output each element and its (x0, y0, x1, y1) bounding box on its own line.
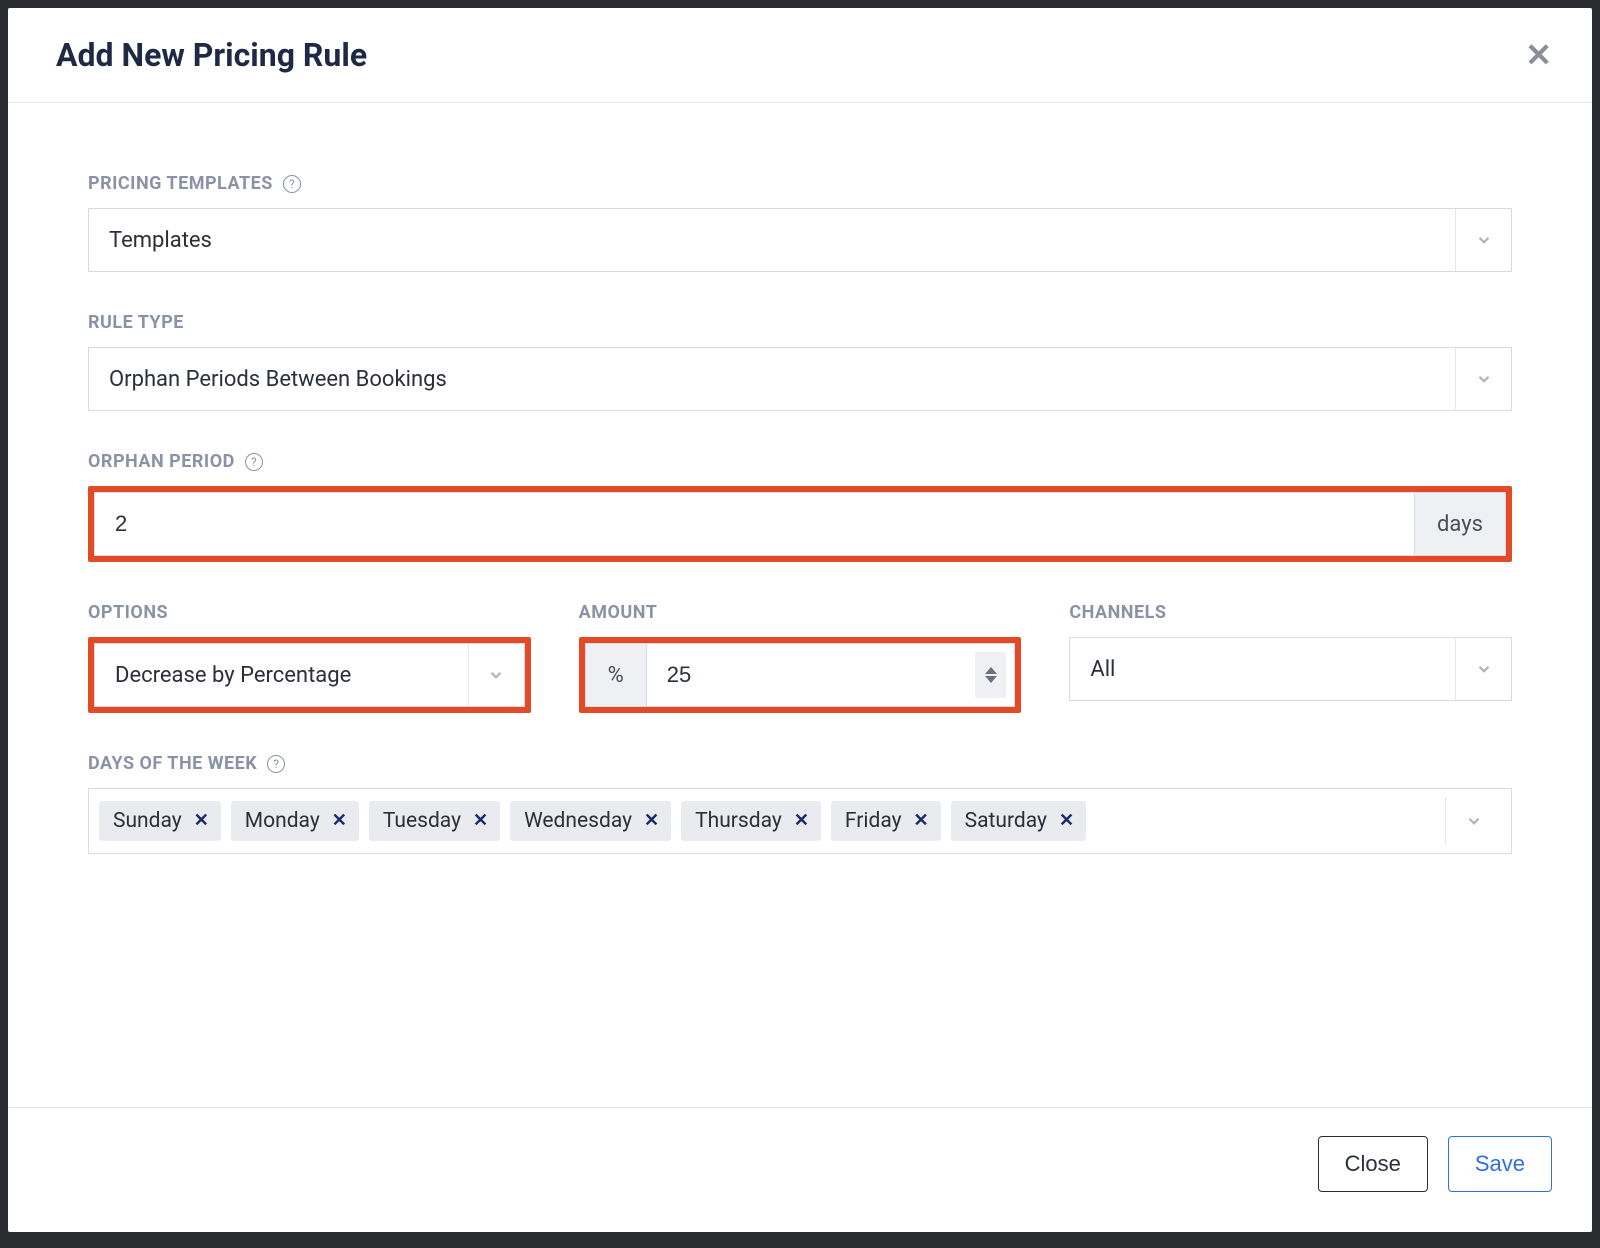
rule-type-select[interactable]: Orphan Periods Between Bookings (88, 347, 1512, 411)
day-chip-label: Wednesday (524, 809, 632, 833)
chevron-down-icon (1455, 638, 1511, 700)
help-icon[interactable]: ? (245, 453, 263, 471)
amount-highlight: % (579, 637, 1022, 713)
field-days-of-week: DAYS OF THE WEEK ? Sunday✕Monday✕Tuesday… (88, 753, 1512, 854)
day-chip[interactable]: Tuesday ✕ (369, 801, 500, 841)
help-icon[interactable]: ? (267, 755, 285, 773)
days-select[interactable]: Sunday✕Monday✕Tuesday✕Wednesday✕Thursday… (88, 788, 1512, 854)
field-channels: CHANNELS All (1069, 602, 1512, 713)
day-chip[interactable]: Monday ✕ (231, 801, 359, 841)
day-chip-label: Friday (845, 809, 902, 833)
amount-input[interactable] (647, 644, 975, 706)
chevron-down-icon (468, 644, 524, 706)
day-chip-label: Tuesday (383, 809, 461, 833)
day-chip[interactable]: Friday ✕ (831, 801, 941, 841)
amount-input-group: % (585, 643, 1016, 707)
options-label: OPTIONS (88, 602, 168, 623)
stepper-up-icon[interactable] (985, 667, 997, 674)
modal-title: Add New Pricing Rule (56, 36, 367, 74)
rule-type-label: RULE TYPE (88, 312, 184, 333)
day-chip[interactable]: Sunday ✕ (99, 801, 221, 841)
options-highlight: Decrease by Percentage (88, 637, 531, 713)
field-orphan-period: ORPHAN PERIOD ? days (88, 451, 1512, 562)
pricing-templates-value: Templates (89, 228, 1455, 253)
day-chip-label: Thursday (695, 809, 782, 833)
chevron-down-icon (1445, 797, 1501, 845)
save-button[interactable]: Save (1448, 1136, 1552, 1192)
help-icon[interactable]: ? (283, 175, 301, 193)
day-chip[interactable]: Thursday ✕ (681, 801, 821, 841)
channels-select[interactable]: All (1069, 637, 1512, 701)
close-button[interactable]: Close (1318, 1136, 1428, 1192)
chevron-down-icon (1455, 209, 1511, 271)
modal-body: PRICING TEMPLATES ? Templates RULE TYPE … (8, 103, 1592, 1107)
orphan-period-unit: days (1414, 493, 1505, 555)
day-chip-label: Monday (245, 809, 320, 833)
amount-stepper[interactable] (975, 652, 1007, 698)
field-pricing-templates: PRICING TEMPLATES ? Templates (88, 173, 1512, 272)
field-amount: AMOUNT % (579, 602, 1022, 713)
close-icon[interactable]: ✕ (473, 812, 488, 830)
day-chip[interactable]: Saturday ✕ (951, 801, 1086, 841)
orphan-period-input[interactable] (95, 493, 1414, 555)
rule-type-value: Orphan Periods Between Bookings (89, 367, 1455, 392)
close-icon[interactable]: ✕ (644, 812, 659, 830)
amount-label: AMOUNT (579, 602, 658, 623)
orphan-period-input-group: days (94, 492, 1506, 556)
channels-value: All (1070, 657, 1455, 682)
day-chip-label: Sunday (113, 809, 182, 833)
close-icon[interactable]: ✕ (194, 812, 209, 830)
field-row-options-amount-channels: OPTIONS Decrease by Percentage (88, 602, 1512, 713)
day-chip-label: Saturday (965, 809, 1047, 833)
add-pricing-rule-modal: Add New Pricing Rule ✕ PRICING TEMPLATES… (8, 8, 1592, 1232)
options-value: Decrease by Percentage (95, 663, 468, 688)
amount-prefix: % (586, 644, 647, 706)
orphan-period-highlight: days (88, 486, 1512, 562)
orphan-period-label: ORPHAN PERIOD (88, 451, 235, 472)
days-label: DAYS OF THE WEEK (88, 753, 257, 774)
channels-label: CHANNELS (1069, 602, 1166, 623)
options-select[interactable]: Decrease by Percentage (94, 643, 525, 707)
close-icon[interactable]: ✕ (1525, 39, 1552, 71)
field-options: OPTIONS Decrease by Percentage (88, 602, 531, 713)
close-icon[interactable]: ✕ (332, 812, 347, 830)
stepper-down-icon[interactable] (985, 676, 997, 683)
pricing-templates-label: PRICING TEMPLATES (88, 173, 273, 194)
modal-header: Add New Pricing Rule ✕ (8, 8, 1592, 103)
day-chip[interactable]: Wednesday ✕ (510, 801, 671, 841)
field-rule-type: RULE TYPE Orphan Periods Between Booking… (88, 312, 1512, 411)
close-icon[interactable]: ✕ (1059, 812, 1074, 830)
close-icon[interactable]: ✕ (794, 812, 809, 830)
close-icon[interactable]: ✕ (914, 812, 929, 830)
chevron-down-icon (1455, 348, 1511, 410)
modal-footer: Close Save (8, 1107, 1592, 1232)
pricing-templates-select[interactable]: Templates (88, 208, 1512, 272)
days-chips-area: Sunday✕Monday✕Tuesday✕Wednesday✕Thursday… (99, 801, 1435, 841)
